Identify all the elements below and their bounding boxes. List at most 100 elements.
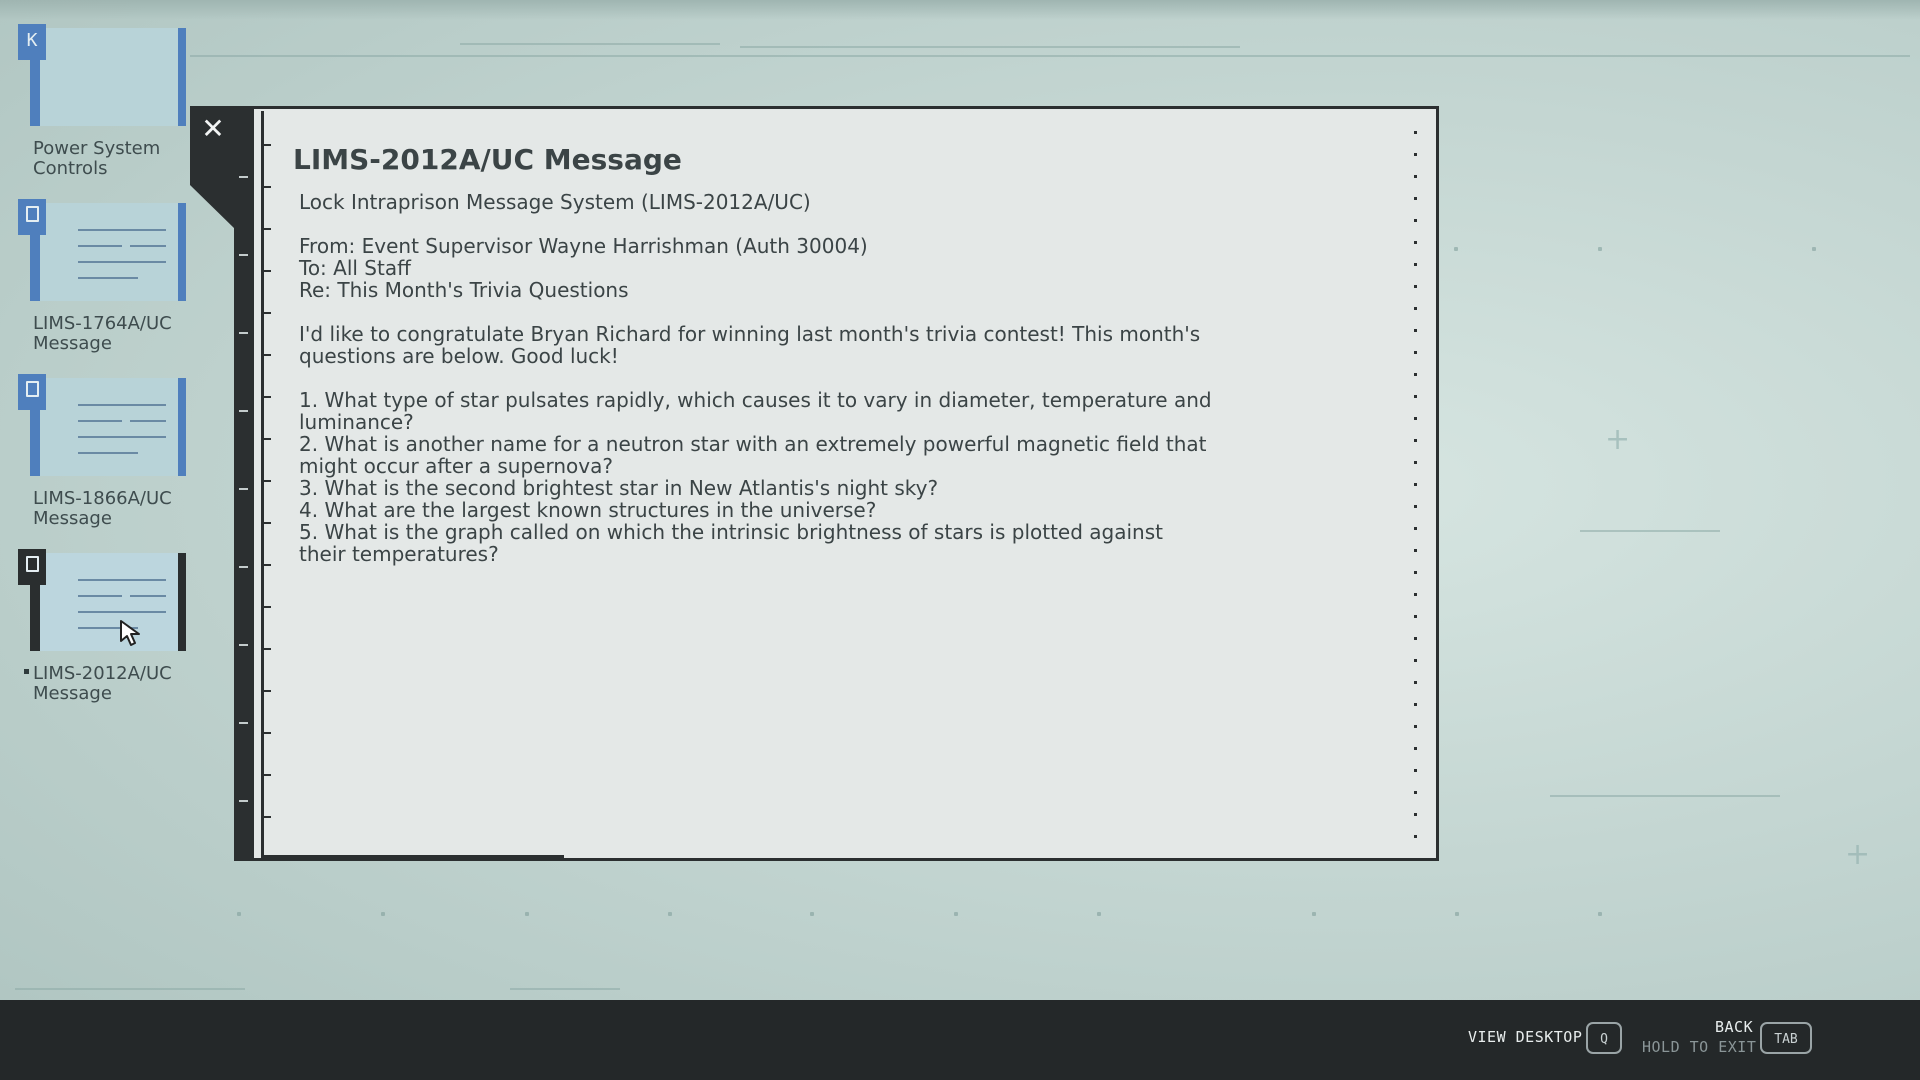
scroll-dot (1414, 835, 1417, 838)
document-thumbnail (30, 203, 186, 301)
window-rule (261, 111, 264, 859)
back-key-button[interactable]: TAB (1760, 1022, 1812, 1054)
sidebar-item-label: LIMS-2012A/UC Message (33, 663, 172, 704)
scroll-dot (1414, 417, 1417, 420)
message-window: LIMS-2012A/UC Message Lock Intraprison M… (254, 106, 1439, 861)
sidebar-item-lims-1764a[interactable]: LIMS-1764A/UC Message (18, 199, 188, 369)
decor-line (740, 46, 1240, 48)
scroll-dot (1414, 131, 1417, 134)
scroll-dot (1414, 725, 1417, 728)
window-accent (264, 855, 564, 858)
decor-dot (1454, 247, 1458, 251)
decor-dot (1455, 912, 1459, 916)
decor-line (510, 988, 620, 990)
trivia-question: might occur after a supernova? (299, 454, 613, 478)
sidebar-item-power-system-controls[interactable]: K Power System Controls (18, 24, 188, 194)
trivia-question: 2. What is another name for a neutron st… (299, 432, 1207, 456)
scroll-dot (1414, 681, 1417, 684)
scroll-dot (1414, 395, 1417, 398)
close-button[interactable]: ✕ (190, 106, 236, 152)
message-body: Lock Intraprison Message System (LIMS-20… (299, 191, 1299, 565)
active-indicator (24, 669, 29, 674)
scroll-dot (1414, 615, 1417, 618)
app-badge: K (18, 24, 46, 60)
scroll-dot (1414, 791, 1417, 794)
document-icon (18, 199, 46, 235)
decor-line (15, 988, 245, 990)
message-from: From: Event Supervisor Wayne Harrishman … (299, 234, 868, 258)
scroll-dot (1414, 373, 1417, 376)
scroll-dot (1414, 307, 1417, 310)
decor-dot (381, 912, 385, 916)
hold-to-exit-label: HOLD TO EXIT (1642, 1038, 1757, 1056)
scroll-dot (1414, 769, 1417, 772)
decor-line (190, 55, 1910, 57)
scroll-dot (1414, 703, 1417, 706)
decor-dot (1097, 912, 1101, 916)
scroll-dot (1414, 351, 1417, 354)
bottom-bar: VIEW DESKTOP Q BACK HOLD TO EXIT TAB (0, 1000, 1920, 1080)
decor-plus-icon: + (1605, 422, 1631, 457)
message-text: I'd like to congratulate Bryan Richard f… (299, 322, 1201, 346)
scroll-dot (1414, 175, 1417, 178)
scroll-dot (1414, 593, 1417, 596)
trivia-question: 4. What are the largest known structures… (299, 498, 877, 522)
document-thumbnail (30, 378, 186, 476)
document-icon (18, 374, 46, 410)
thumbnail (30, 28, 186, 126)
sidebar-item-label: Power System Controls (33, 138, 161, 179)
trivia-question: 5. What is the graph called on which the… (299, 520, 1163, 544)
decor-line (1580, 530, 1720, 532)
view-desktop-label: VIEW DESKTOP (1468, 1028, 1583, 1046)
decor-line (460, 43, 720, 45)
message-system: Lock Intraprison Message System (LIMS-20… (299, 190, 811, 214)
decor-line (1550, 795, 1780, 797)
scroll-dot (1414, 637, 1417, 640)
decor-dot (810, 912, 814, 916)
trivia-question: luminance? (299, 410, 414, 434)
scroll-dot (1414, 263, 1417, 266)
message-subject: Re: This Month's Trivia Questions (299, 278, 629, 302)
sidebar-item-label: LIMS-1764A/UC Message (33, 313, 172, 354)
decor-dot (237, 912, 241, 916)
trivia-question: 3. What is the second brightest star in … (299, 476, 939, 500)
scroll-dot (1414, 549, 1417, 552)
scroll-dot (1414, 571, 1417, 574)
back-label: BACK (1715, 1018, 1754, 1036)
scroll-dot (1414, 505, 1417, 508)
decor-dot (1812, 247, 1816, 251)
decor-plus-icon: + (1845, 837, 1871, 872)
decor-dot (1598, 247, 1602, 251)
sidebar-item-lims-2012a[interactable]: LIMS-2012A/UC Message (18, 549, 188, 719)
scroll-dot (1414, 461, 1417, 464)
scroll-dot (1414, 241, 1417, 244)
sidebar-item-label: LIMS-1866A/UC Message (33, 488, 172, 529)
message-title: LIMS-2012A/UC Message (293, 143, 682, 176)
decor-dot (525, 912, 529, 916)
scroll-dot (1414, 197, 1417, 200)
mouse-cursor-icon (120, 620, 140, 646)
scroll-dot (1414, 747, 1417, 750)
message-text: questions are below. Good luck! (299, 344, 619, 368)
decor-dot (954, 912, 958, 916)
document-thumbnail (30, 553, 186, 651)
background-shade (0, 0, 1920, 20)
scroll-dot (1414, 285, 1417, 288)
scroll-dot (1414, 483, 1417, 486)
decor-dot (1598, 912, 1602, 916)
scroll-dot (1414, 659, 1417, 662)
decor-dot (1312, 912, 1316, 916)
scroll-dot (1414, 813, 1417, 816)
scroll-dot (1414, 153, 1417, 156)
scroll-dot (1414, 439, 1417, 442)
trivia-question: their temperatures? (299, 542, 499, 566)
scroll-dot (1414, 329, 1417, 332)
view-desktop-key-button[interactable]: Q (1586, 1022, 1622, 1054)
scroll-dot (1414, 219, 1417, 222)
scroll-track[interactable] (1414, 131, 1418, 851)
sidebar-item-lims-1866a[interactable]: LIMS-1866A/UC Message (18, 374, 188, 544)
trivia-question: 1. What type of star pulsates rapidly, w… (299, 388, 1212, 412)
panel-bevel (190, 150, 236, 230)
window-spine (234, 106, 254, 861)
document-icon (18, 549, 46, 585)
